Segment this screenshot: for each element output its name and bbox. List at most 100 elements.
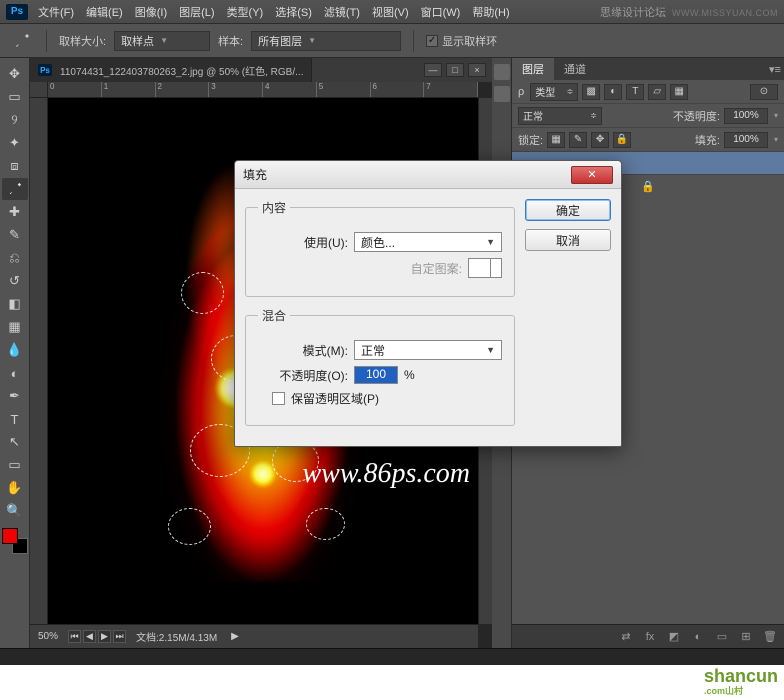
tool-type[interactable]: T — [2, 408, 28, 430]
tool-marquee[interactable]: ▭ — [2, 86, 28, 108]
group-icon[interactable]: ▭ — [714, 630, 730, 644]
tab-layers[interactable]: 图层 — [512, 58, 554, 80]
menu-filter[interactable]: 滤镜(T) — [324, 4, 360, 20]
use-dropdown[interactable]: 颜色...▼ — [354, 232, 502, 252]
mask-icon[interactable]: ◩ — [666, 630, 682, 644]
nav-prev-icon[interactable]: ◀ — [83, 630, 96, 643]
photoshop-window: Ps 文件(F) 编辑(E) 图像(I) 图层(L) 类型(Y) 选择(S) 滤… — [0, 0, 784, 665]
mode-dropdown[interactable]: 正常▼ — [354, 340, 502, 360]
nav-first-icon[interactable]: ⏮ — [68, 630, 81, 643]
nav-play-icon[interactable]: ▶ — [98, 630, 111, 643]
nav-last-icon[interactable]: ⏭ — [113, 630, 126, 643]
info-chevron-icon[interactable]: ▶ — [231, 631, 239, 642]
blend-mode-dropdown[interactable]: 正常≑ — [518, 107, 602, 125]
filter-adjust-icon[interactable]: ◐ — [604, 84, 622, 100]
tool-healing[interactable]: ✚ — [2, 201, 28, 223]
show-ring-checkbox[interactable]: ✓显示取样环 — [426, 33, 497, 49]
menu-select[interactable]: 选择(S) — [275, 4, 312, 20]
link-icon[interactable]: ⇄ — [618, 630, 634, 644]
dialog-close-button[interactable]: ✕ — [571, 166, 613, 184]
separator — [46, 30, 47, 52]
filter-row: ρ 类型 ≑ ▩ ◐ T ▱ ▦ ⊙ — [512, 80, 784, 104]
options-bar: 取样大小: 取样点▼ 样本: 所有图层▼ ✓显示取样环 — [0, 24, 784, 58]
menu-view[interactable]: 视图(V) — [372, 4, 409, 20]
eyedropper-icon — [10, 29, 34, 53]
menu-window[interactable]: 窗口(W) — [421, 4, 461, 20]
sample-label: 样本: — [218, 33, 243, 49]
status-bar: 50% ⏮ ◀ ▶ ⏭ 文档:2.15M/4.13M ▶ — [30, 624, 478, 648]
menu-type[interactable]: 类型(Y) — [227, 4, 264, 20]
sample-dropdown[interactable]: 所有图层▼ — [251, 31, 401, 51]
dialog-title: 填充 — [243, 166, 267, 183]
ok-button[interactable]: 确定 — [525, 199, 611, 221]
tool-gradient[interactable]: ▦ — [2, 316, 28, 338]
filter-type-icon[interactable]: T — [626, 84, 644, 100]
dialog-body: 内容 使用(U): 颜色...▼ 自定图案: 混合 模式(M): 正常▼ — [235, 189, 621, 446]
toolbox: ✥ ▭ ୨ ✦ ⧈ ✚ ✎ ⎌ ↺ ◧ ▦ 💧 ◐ ✒ T ↖ ▭ ✋ 🔍 — [0, 58, 30, 658]
lock-position-icon[interactable]: ✥ — [591, 132, 609, 148]
tool-blur[interactable]: 💧 — [2, 339, 28, 361]
tool-wand[interactable]: ✦ — [2, 132, 28, 154]
document-tab[interactable]: Ps 11074431_122403780263_2.jpg @ 50% (红色… — [30, 58, 312, 82]
trash-icon[interactable]: 🗑 — [762, 630, 778, 644]
checkmark-icon: ✓ — [426, 35, 438, 47]
tool-pen[interactable]: ✒ — [2, 385, 28, 407]
tool-path[interactable]: ↖ — [2, 431, 28, 453]
ruler-vertical — [30, 98, 48, 624]
preserve-checkbox[interactable] — [272, 392, 285, 405]
menu-help[interactable]: 帮助(H) — [472, 4, 509, 20]
foreground-color[interactable] — [2, 528, 18, 544]
color-swatches[interactable] — [2, 528, 28, 554]
tool-zoom[interactable]: 🔍 — [2, 500, 28, 522]
dialog-titlebar[interactable]: 填充 ✕ — [235, 161, 621, 189]
menu-edit[interactable]: 编辑(E) — [86, 4, 123, 20]
ps-icon: Ps — [38, 64, 52, 76]
collapsed-panel-icon[interactable] — [494, 64, 510, 80]
opacity-input[interactable]: 100 — [354, 366, 398, 384]
collapsed-panel-icon[interactable] — [494, 86, 510, 102]
content-group: 内容 使用(U): 颜色...▼ 自定图案: — [245, 199, 515, 297]
cancel-button[interactable]: 取消 — [525, 229, 611, 251]
chevron-down-icon: ▼ — [486, 345, 495, 355]
pattern-label: 自定图案: — [411, 260, 462, 277]
blend-row: 正常≑ 不透明度: 100% ▾ — [512, 104, 784, 128]
chevron-down-icon: ▼ — [160, 36, 168, 45]
tool-history-brush[interactable]: ↺ — [2, 270, 28, 292]
fill-value[interactable]: 100% — [724, 132, 768, 148]
menu-image[interactable]: 图像(I) — [135, 4, 167, 20]
tool-eraser[interactable]: ◧ — [2, 293, 28, 315]
new-layer-icon[interactable]: ⊞ — [738, 630, 754, 644]
tool-shape[interactable]: ▭ — [2, 454, 28, 476]
tab-channels[interactable]: 通道 — [554, 58, 596, 80]
tool-crop[interactable]: ⧈ — [2, 155, 28, 177]
tool-stamp[interactable]: ⎌ — [2, 247, 28, 269]
filter-toggle[interactable]: ⊙ — [750, 84, 778, 100]
tool-hand[interactable]: ✋ — [2, 477, 28, 499]
opacity-unit: % — [404, 368, 415, 382]
panel-menu-icon[interactable]: ▾≡ — [766, 58, 784, 80]
tool-lasso[interactable]: ୨ — [2, 109, 28, 131]
filter-smart-icon[interactable]: ▦ — [670, 84, 688, 100]
lock-transparent-icon[interactable]: ▦ — [547, 132, 565, 148]
use-label: 使用(U): — [258, 234, 348, 251]
tool-move[interactable]: ✥ — [2, 63, 28, 85]
minimize-icon[interactable]: — — [424, 63, 442, 77]
menu-layer[interactable]: 图层(L) — [179, 4, 214, 20]
lock-pixels-icon[interactable]: ✎ — [569, 132, 587, 148]
adjustment-icon[interactable]: ◐ — [690, 630, 706, 644]
opacity-value[interactable]: 100% — [724, 108, 768, 124]
lock-label: 锁定: — [518, 132, 543, 148]
tool-brush[interactable]: ✎ — [2, 224, 28, 246]
filter-shape-icon[interactable]: ▱ — [648, 84, 666, 100]
menu-file[interactable]: 文件(F) — [38, 4, 74, 20]
zoom-level[interactable]: 50% — [38, 631, 58, 642]
tool-eyedropper[interactable] — [2, 178, 28, 200]
tool-dodge[interactable]: ◐ — [2, 362, 28, 384]
sample-size-dropdown[interactable]: 取样点▼ — [114, 31, 210, 51]
maximize-icon[interactable]: □ — [446, 63, 464, 77]
fx-icon[interactable]: fx — [642, 630, 658, 644]
lock-all-icon[interactable]: 🔒 — [613, 132, 631, 148]
filter-type-dropdown[interactable]: 类型 ≑ — [530, 83, 578, 101]
close-icon[interactable]: × — [468, 63, 486, 77]
filter-pixel-icon[interactable]: ▩ — [582, 84, 600, 100]
